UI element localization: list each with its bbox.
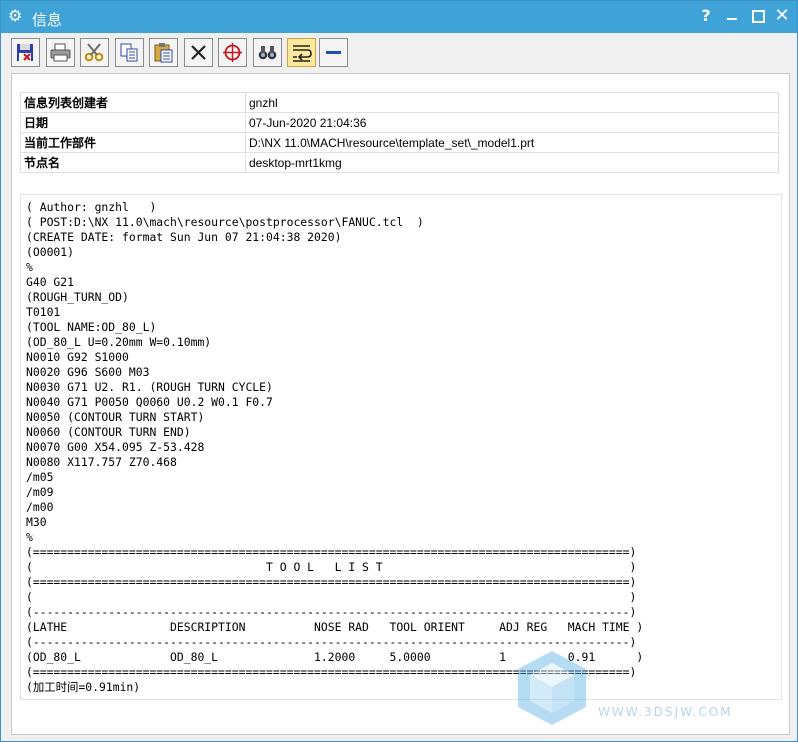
- info-key: 节点名: [20, 152, 246, 173]
- output-line: (OD_80_L U=0.20mm W=0.10mm): [26, 335, 212, 349]
- output-line: /m09: [26, 485, 54, 499]
- x-icon: [191, 45, 206, 60]
- watermark-text: WWW.3DSJW.COM: [598, 705, 733, 719]
- info-value: D:\NX 11.0\MACH\resource\template_set\_m…: [245, 132, 779, 153]
- output-line: ( POST:D:\NX 11.0\mach\resource\postproc…: [26, 215, 424, 229]
- output-line: (CREATE DATE: format Sun Jun 07 21:04:38…: [26, 230, 342, 244]
- minimize-button[interactable]: [721, 5, 743, 27]
- find-button[interactable]: [253, 38, 282, 67]
- info-key: 日期: [20, 112, 246, 133]
- info-key: 信息列表创建者: [20, 92, 246, 113]
- window-title: 信息: [32, 12, 63, 29]
- info-row: 日期 07-Jun-2020 21:04:36: [20, 112, 779, 133]
- output-line: T0101: [26, 305, 61, 319]
- output-line: %: [26, 530, 33, 544]
- print-button[interactable]: [46, 38, 75, 67]
- crosshair-icon: [223, 43, 242, 62]
- output-text-area[interactable]: ( Author: gnzhl ) ( POST:D:\NX 11.0\mach…: [20, 194, 782, 700]
- scissors-icon: [84, 43, 104, 62]
- info-row: 当前工作部件 D:\NX 11.0\MACH\resource\template…: [20, 132, 779, 153]
- maximize-button[interactable]: [747, 5, 769, 27]
- target-button[interactable]: [218, 38, 247, 67]
- output-line: (---------------------------------------…: [26, 635, 637, 649]
- output-line: /m05: [26, 470, 54, 484]
- word-wrap-icon: [293, 45, 312, 62]
- output-line: /m00: [26, 500, 54, 514]
- toolbar: [11, 38, 791, 70]
- output-line: (---------------------------------------…: [26, 605, 637, 619]
- output-line: (=======================================…: [26, 575, 637, 589]
- output-line: N0020 G96 S600 M03: [26, 365, 150, 379]
- info-table: 信息列表创建者 gnzhl 日期 07-Jun-2020 21:04:36 当前…: [20, 92, 779, 173]
- output-line: ( Author: gnzhl ): [26, 200, 157, 214]
- info-row: 信息列表创建者 gnzhl: [20, 92, 779, 113]
- clipboard-icon: [154, 43, 173, 63]
- output-line: (TOOL NAME:OD_80_L): [26, 320, 157, 334]
- output-line: N0030 G71 U2. R1. (ROUGH TURN CYCLE): [26, 380, 273, 394]
- copy-button[interactable]: [115, 38, 144, 67]
- output-line: M30: [26, 515, 47, 529]
- output-line: N0050 (CONTOUR TURN START): [26, 410, 205, 424]
- output-line: (加工时间=0.91min): [26, 680, 141, 694]
- output-line: N0080 X117.757 Z70.468: [26, 455, 177, 469]
- title-bar[interactable]: ⚙ 信息 ? ✕: [1, 1, 797, 33]
- info-value: desktop-mrt1kmg: [245, 152, 779, 173]
- help-button[interactable]: ?: [695, 5, 717, 27]
- output-line: (=======================================…: [26, 545, 637, 559]
- output-line: (O0001): [26, 245, 75, 259]
- output-text: ( Author: gnzhl ) ( POST:D:\NX 11.0\mach…: [21, 195, 781, 695]
- info-panel: 信息列表创建者 gnzhl 日期 07-Jun-2020 21:04:36 当前…: [11, 73, 790, 735]
- output-line: (LATHE DESCRIPTION NOSE RAD TOOL ORIENT …: [26, 620, 644, 634]
- output-line: N0070 G00 X54.095 Z-53.428: [26, 440, 205, 454]
- gear-icon: ⚙: [8, 6, 23, 25]
- cut-button[interactable]: [80, 38, 109, 67]
- paste-button[interactable]: [149, 38, 178, 67]
- watermark-logo: [518, 651, 586, 725]
- output-line: (ROUGH_TURN_OD): [26, 290, 129, 304]
- minus-icon: [326, 51, 341, 54]
- binoculars-icon: [258, 46, 277, 60]
- copy-icon: [120, 43, 138, 62]
- output-line: ( ): [26, 590, 637, 604]
- save-button[interactable]: [11, 38, 40, 67]
- output-line: G40 G21: [26, 275, 75, 289]
- output-line: N0060 (CONTOUR TURN END): [26, 425, 191, 439]
- floppy-disk-icon: [17, 44, 33, 61]
- output-line: ( T O O L L I S T ): [26, 560, 637, 574]
- output-line: %: [26, 260, 33, 274]
- output-line: N0040 G71 P0050 Q0060 U0.2 W0.1 F0.7: [26, 395, 273, 409]
- info-key: 当前工作部件: [20, 132, 246, 153]
- info-row: 节点名 desktop-mrt1kmg: [20, 152, 779, 173]
- close-button[interactable]: ✕: [771, 5, 793, 27]
- info-value: 07-Jun-2020 21:04:36: [245, 112, 779, 133]
- output-line: N0010 G92 S1000: [26, 350, 129, 364]
- minimize-panel-button[interactable]: [319, 38, 348, 67]
- delete-button[interactable]: [184, 38, 213, 67]
- info-window: ⚙ 信息 ? ✕ 信息列表创建者 gnzhl 日期 07-Jun-2020 21…: [0, 0, 798, 742]
- printer-icon: [50, 43, 71, 62]
- wrap-button[interactable]: [287, 38, 316, 67]
- info-value: gnzhl: [245, 92, 779, 113]
